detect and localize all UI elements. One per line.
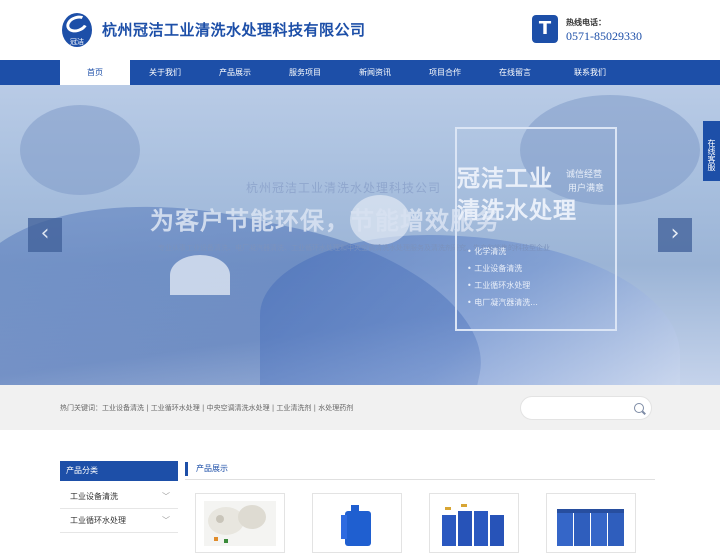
hero-box-title-line1: 冠洁工业: [457, 166, 553, 192]
hero-background-trees: [20, 105, 140, 195]
hero-slogan-line1: 诚信经营: [566, 170, 603, 180]
hero-background-dome: [170, 255, 230, 295]
product-category-title: 产品分类: [60, 461, 178, 481]
hero-subtitle: 杭州冠洁工业清洗水处理科技公司: [246, 181, 442, 195]
next-slide-button[interactable]: ›: [658, 218, 692, 252]
chevron-down-icon: ﹀: [162, 516, 170, 525]
hero-service-list: 化学清洗 工业设备清洗 工业循环水处理 电厂凝汽器清洗...: [467, 243, 538, 311]
nav-item-cooperation[interactable]: 项目合作: [410, 60, 480, 85]
product-card[interactable]: [429, 493, 519, 553]
product-image-blue-barrels: [438, 501, 510, 546]
nav-item-about[interactable]: 关于我们: [130, 60, 200, 85]
phone-icon: T: [532, 15, 558, 43]
product-card[interactable]: [195, 493, 285, 553]
product-image-drum-stack: [555, 501, 627, 546]
search-box: [520, 396, 652, 420]
hero-service-item: 工业设备清洗: [467, 260, 538, 277]
main-nav: 首页 关于我们 产品展示 服务项目 新闻资讯 项目合作 在线留言 联系我们: [0, 60, 720, 85]
logo-text: 冠洁: [70, 38, 84, 46]
hero-box-title-line2: 清洗水处理: [457, 198, 577, 224]
prev-slide-button[interactable]: ‹: [28, 218, 62, 252]
nav-item-home[interactable]: 首页: [60, 60, 130, 85]
products-divider: [185, 479, 655, 480]
category-item-equipment-cleaning[interactable]: 工业设备清洗 ﹀: [60, 485, 178, 509]
hero-slogan-line2: 用户满意: [568, 184, 605, 194]
company-logo[interactable]: 冠洁: [62, 12, 92, 47]
site-header: 冠洁 杭州冠洁工业清洗水处理科技有限公司 T 热线电话： 0571-850293…: [0, 0, 720, 60]
hotline-number: 0571-85029330: [566, 29, 642, 43]
nav-item-message[interactable]: 在线留言: [480, 60, 550, 85]
product-card[interactable]: [312, 493, 402, 553]
product-card[interactable]: [546, 493, 636, 553]
hero-service-item: 电厂凝汽器清洗...: [467, 294, 538, 311]
nav-item-contact[interactable]: 联系我们: [550, 60, 630, 85]
category-item-circulating-water[interactable]: 工业循环水处理 ﹀: [60, 509, 178, 533]
search-input[interactable]: [529, 400, 629, 416]
chevron-down-icon: ﹀: [162, 492, 170, 501]
hot-keywords[interactable]: 热门关键词：工业设备清洗 | 工业循环水处理 | 中央空调清洗水处理 | 工业清…: [60, 403, 353, 413]
online-service-tab[interactable]: 在线客服: [703, 121, 720, 181]
search-icon[interactable]: [634, 403, 644, 413]
company-name: 杭州冠洁工业清洗水处理科技有限公司: [102, 21, 366, 39]
category-item-label: 工业循环水处理: [70, 516, 126, 525]
hero-service-item: 化学清洗: [467, 243, 538, 260]
nav-item-products[interactable]: 产品展示: [200, 60, 270, 85]
hero-service-item: 工业循环水处理: [467, 277, 538, 294]
product-image-powder: [204, 501, 276, 546]
keyword-bar: 热门关键词：工业设备清洗 | 工业循环水处理 | 中央空调清洗水处理 | 工业清…: [0, 385, 720, 430]
nav-item-news[interactable]: 新闻资讯: [340, 60, 410, 85]
hero-title: 为客户节能环保，节能增效服务: [150, 207, 500, 235]
category-item-label: 工业设备清洗: [70, 492, 118, 501]
products-section-title: 产品展示: [185, 462, 228, 476]
hero-banner[interactable]: 杭州冠洁工业清洗水处理科技公司 为客户节能环保，节能增效服务 专业从事工业设备清…: [0, 85, 720, 385]
hotline-label: 热线电话：: [566, 18, 606, 27]
nav-item-services[interactable]: 服务项目: [270, 60, 340, 85]
product-image-blue-drum: [321, 501, 393, 546]
